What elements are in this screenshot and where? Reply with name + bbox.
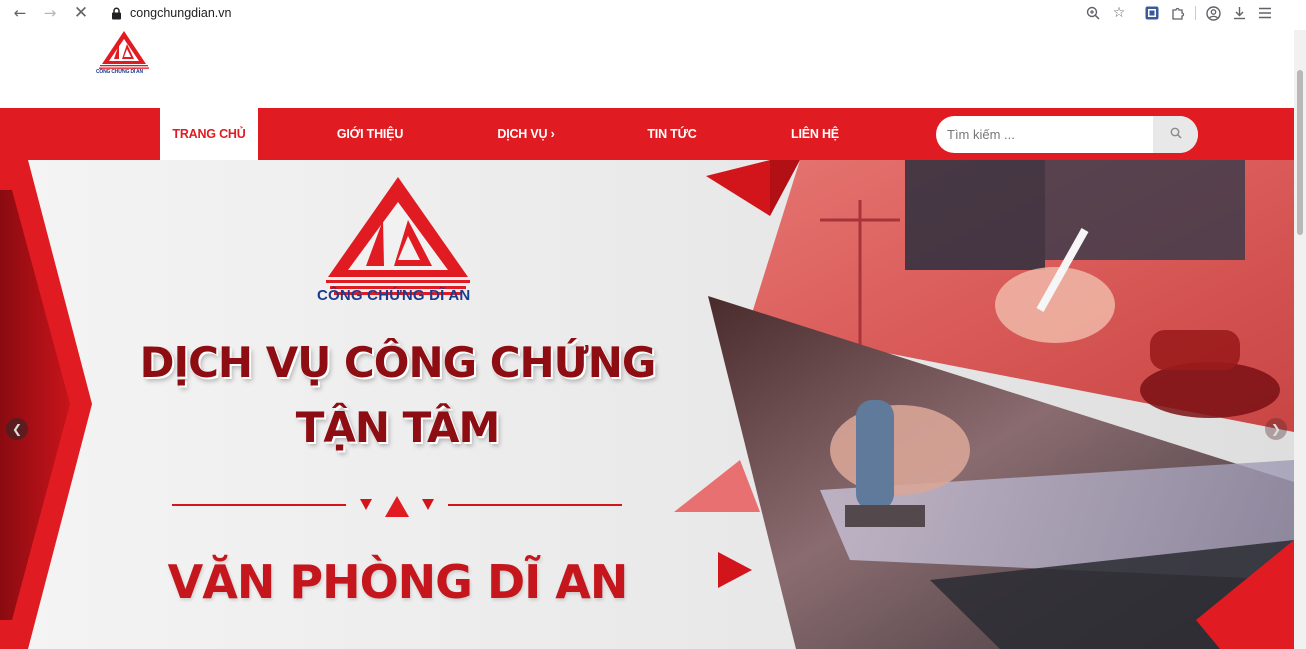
nav-item-tin-tuc[interactable]: TIN TỨC (624, 108, 720, 160)
star-icon[interactable]: ☆ (1106, 0, 1132, 26)
back-arrow-icon[interactable]: ← (7, 0, 33, 26)
search-box (936, 116, 1198, 153)
browser-toolbar: ← → ✕ congchungdian.vn ☆ (0, 0, 1306, 26)
site-logo-text: CÔNG CHỨNG DĨ AN (96, 69, 143, 75)
url-text[interactable]: congchungdian.vn (130, 6, 231, 20)
nav-item-dich-vu[interactable]: DỊCH VỤ › (476, 108, 576, 160)
toolbar-divider (1195, 6, 1196, 20)
stop-loading-icon[interactable]: ✕ (68, 0, 94, 26)
search-input[interactable] (936, 116, 1153, 153)
web-page: CÔNG CHỨNG DĨ AN TRANG CHỦ GIỚI THIỆU DỊ… (0, 30, 1294, 649)
lock-icon[interactable] (109, 6, 123, 20)
search-button[interactable] (1153, 116, 1198, 153)
nav-item-lien-he[interactable]: LIÊN HỆ (770, 108, 860, 160)
scrollbar-thumb[interactable] (1297, 70, 1303, 235)
slider-prev-button[interactable]: ❮ (6, 418, 28, 440)
site-header: CÔNG CHỨNG DĨ AN (0, 30, 1294, 108)
nav-item-gioi-thieu[interactable]: GIỚI THIỆU (320, 108, 420, 160)
zoom-icon[interactable] (1080, 0, 1106, 26)
hero-logo-label: CÔNG CHỨNG DĨ AN (317, 287, 471, 304)
puzzle-icon[interactable] (1165, 0, 1191, 26)
slider-next-button[interactable]: ❯ (1265, 418, 1287, 440)
chevron-left-icon: ❮ (11, 422, 23, 436)
profile-icon[interactable] (1200, 0, 1226, 26)
download-icon[interactable] (1226, 0, 1252, 26)
search-icon (1170, 126, 1182, 144)
page-scrollbar[interactable] (1294, 30, 1306, 649)
hero-subtitle: VĂN PHÒNG DĨ AN (167, 555, 629, 609)
hero-slider: CÔNG CHỨNG DĨ AN DỊCH VỤ CÔNG CHỨNG TẬN … (0, 160, 1294, 649)
hero-title-line1: DỊCH VỤ CÔNG CHỨNG (139, 338, 657, 387)
forward-arrow-icon[interactable]: → (37, 0, 63, 26)
address-bar[interactable]: congchungdian.vn (102, 1, 1132, 25)
chevron-right-icon: ❯ (1270, 422, 1282, 436)
nav-item-trang-chu[interactable]: TRANG CHỦ (160, 108, 258, 160)
extension-icon[interactable] (1139, 0, 1165, 26)
menu-icon[interactable] (1252, 0, 1278, 26)
hero-title-line2: TẬN TÂM (295, 403, 501, 452)
